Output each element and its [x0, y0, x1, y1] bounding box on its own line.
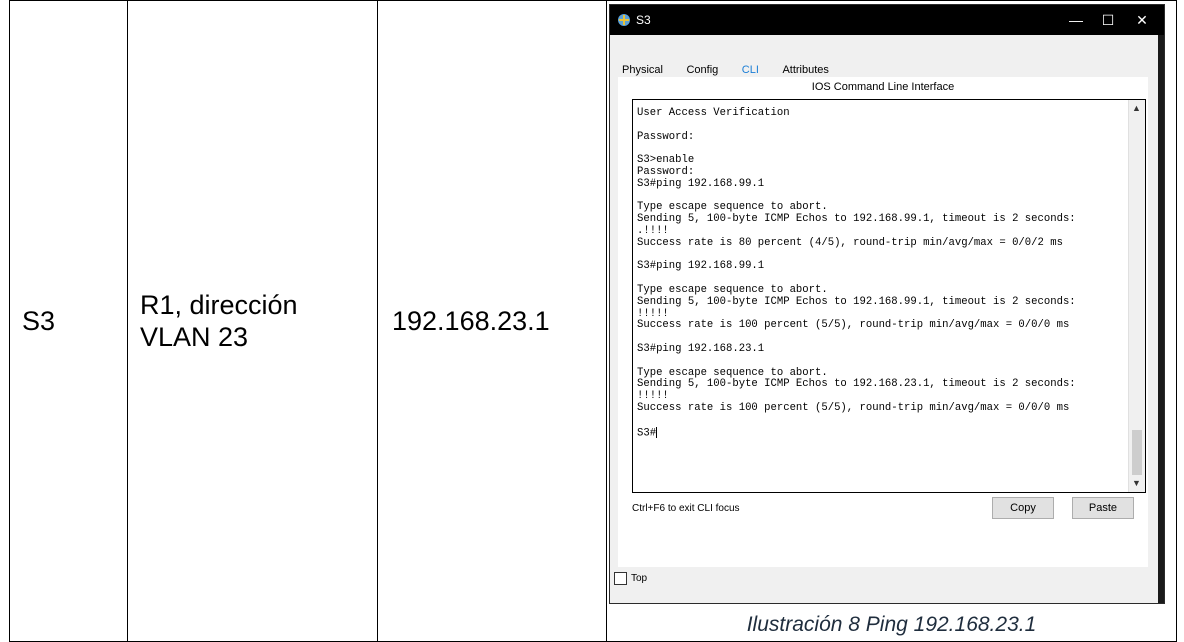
screenshot-cell: S3 — ☐ ✕ Physical Config CLI Attributes … — [606, 0, 1177, 642]
device-cell: S3 — [9, 0, 128, 642]
scroll-down-icon[interactable]: ▼ — [1132, 478, 1141, 488]
top-label: Top — [631, 573, 648, 585]
cli-line: !!!!! — [637, 307, 669, 320]
cli-line: S3#ping 192.168.23.1 — [637, 342, 765, 355]
cli-line: Sending 5, 100-byte ICMP Echos to 192.16… — [637, 295, 1076, 308]
close-button[interactable]: ✕ — [1128, 10, 1156, 30]
destination-cell: R1, dirección VLAN 23 — [127, 0, 378, 642]
cli-line: S3#ping 192.168.99.1 — [637, 260, 765, 273]
cli-line: Sending 5, 100-byte ICMP Echos to 192.16… — [637, 213, 1076, 226]
cli-line: Password: — [637, 130, 695, 143]
maximize-button[interactable]: ☐ — [1094, 10, 1122, 30]
scroll-up-icon[interactable]: ▲ — [1132, 103, 1141, 113]
cli-line: Sending 5, 100-byte ICMP Echos to 192.16… — [637, 378, 1076, 391]
window-titlebar[interactable]: S3 — ☐ ✕ — [610, 5, 1164, 35]
switch-app-icon — [618, 14, 630, 26]
ip-cell: 192.168.23.1 — [377, 0, 607, 642]
cli-line: Success rate is 100 percent (5/5), round… — [637, 319, 1070, 332]
cli-heading: IOS Command Line Interface — [811, 81, 955, 93]
window-body: Physical Config CLI Attributes IOS Comma… — [610, 35, 1158, 603]
table-row: S3 R1, dirección VLAN 23 192.168.23.1 S3… — [9, 0, 1177, 642]
text-cursor — [656, 426, 658, 438]
destination-text: R1, dirección VLAN 23 — [140, 290, 298, 352]
top-checkbox[interactable]: Top — [614, 572, 647, 585]
cli-prompt: S3# — [637, 426, 657, 439]
cli-line: User Access Verification — [637, 107, 790, 119]
cli-line: .!!!! — [637, 224, 669, 237]
cli-console[interactable]: User Access Verification Password: S3>en… — [632, 99, 1146, 493]
cli-panel: IOS Command Line Interface User Access V… — [618, 77, 1148, 567]
scroll-thumb[interactable] — [1132, 430, 1142, 475]
cli-line: Success rate is 100 percent (5/5), round… — [637, 401, 1070, 414]
minimize-button[interactable]: — — [1062, 10, 1090, 30]
cli-line: S3>enable — [637, 154, 695, 167]
device-name: S3 — [22, 305, 56, 336]
tab-bar: Physical Config CLI Attributes — [620, 49, 843, 82]
document-table: S3 R1, dirección VLAN 23 192.168.23.1 S3… — [9, 0, 1177, 642]
cli-scrollbar[interactable]: ▲ ▼ — [1128, 100, 1145, 492]
paste-button[interactable]: Paste — [1072, 497, 1134, 519]
cli-line: !!!!! — [637, 390, 669, 403]
cli-line: Type escape sequence to abort. — [637, 201, 828, 214]
cli-line: Success rate is 80 percent (4/5), round-… — [637, 236, 1063, 249]
window-title: S3 — [636, 13, 651, 27]
cli-line: Password: — [637, 165, 695, 178]
cli-line: Type escape sequence to abort. — [637, 366, 828, 379]
ip-address: 192.168.23.1 — [392, 305, 550, 336]
focus-hint: Ctrl+F6 to exit CLI focus — [632, 503, 740, 514]
cli-output[interactable]: User Access Verification Password: S3>en… — [637, 107, 1125, 440]
cli-line: Type escape sequence to abort. — [637, 283, 828, 296]
cli-line: S3#ping 192.168.99.1 — [637, 177, 765, 190]
packet-tracer-window: S3 — ☐ ✕ Physical Config CLI Attributes … — [610, 5, 1164, 603]
cli-lines: User Access Verification Password: S3>en… — [637, 107, 1076, 414]
window-right-border — [1158, 35, 1164, 603]
checkbox-box[interactable] — [614, 572, 627, 585]
copy-button[interactable]: Copy — [992, 497, 1054, 519]
figure-caption: Ilustración 8 Ping 192.168.23.1 — [746, 613, 1037, 636]
